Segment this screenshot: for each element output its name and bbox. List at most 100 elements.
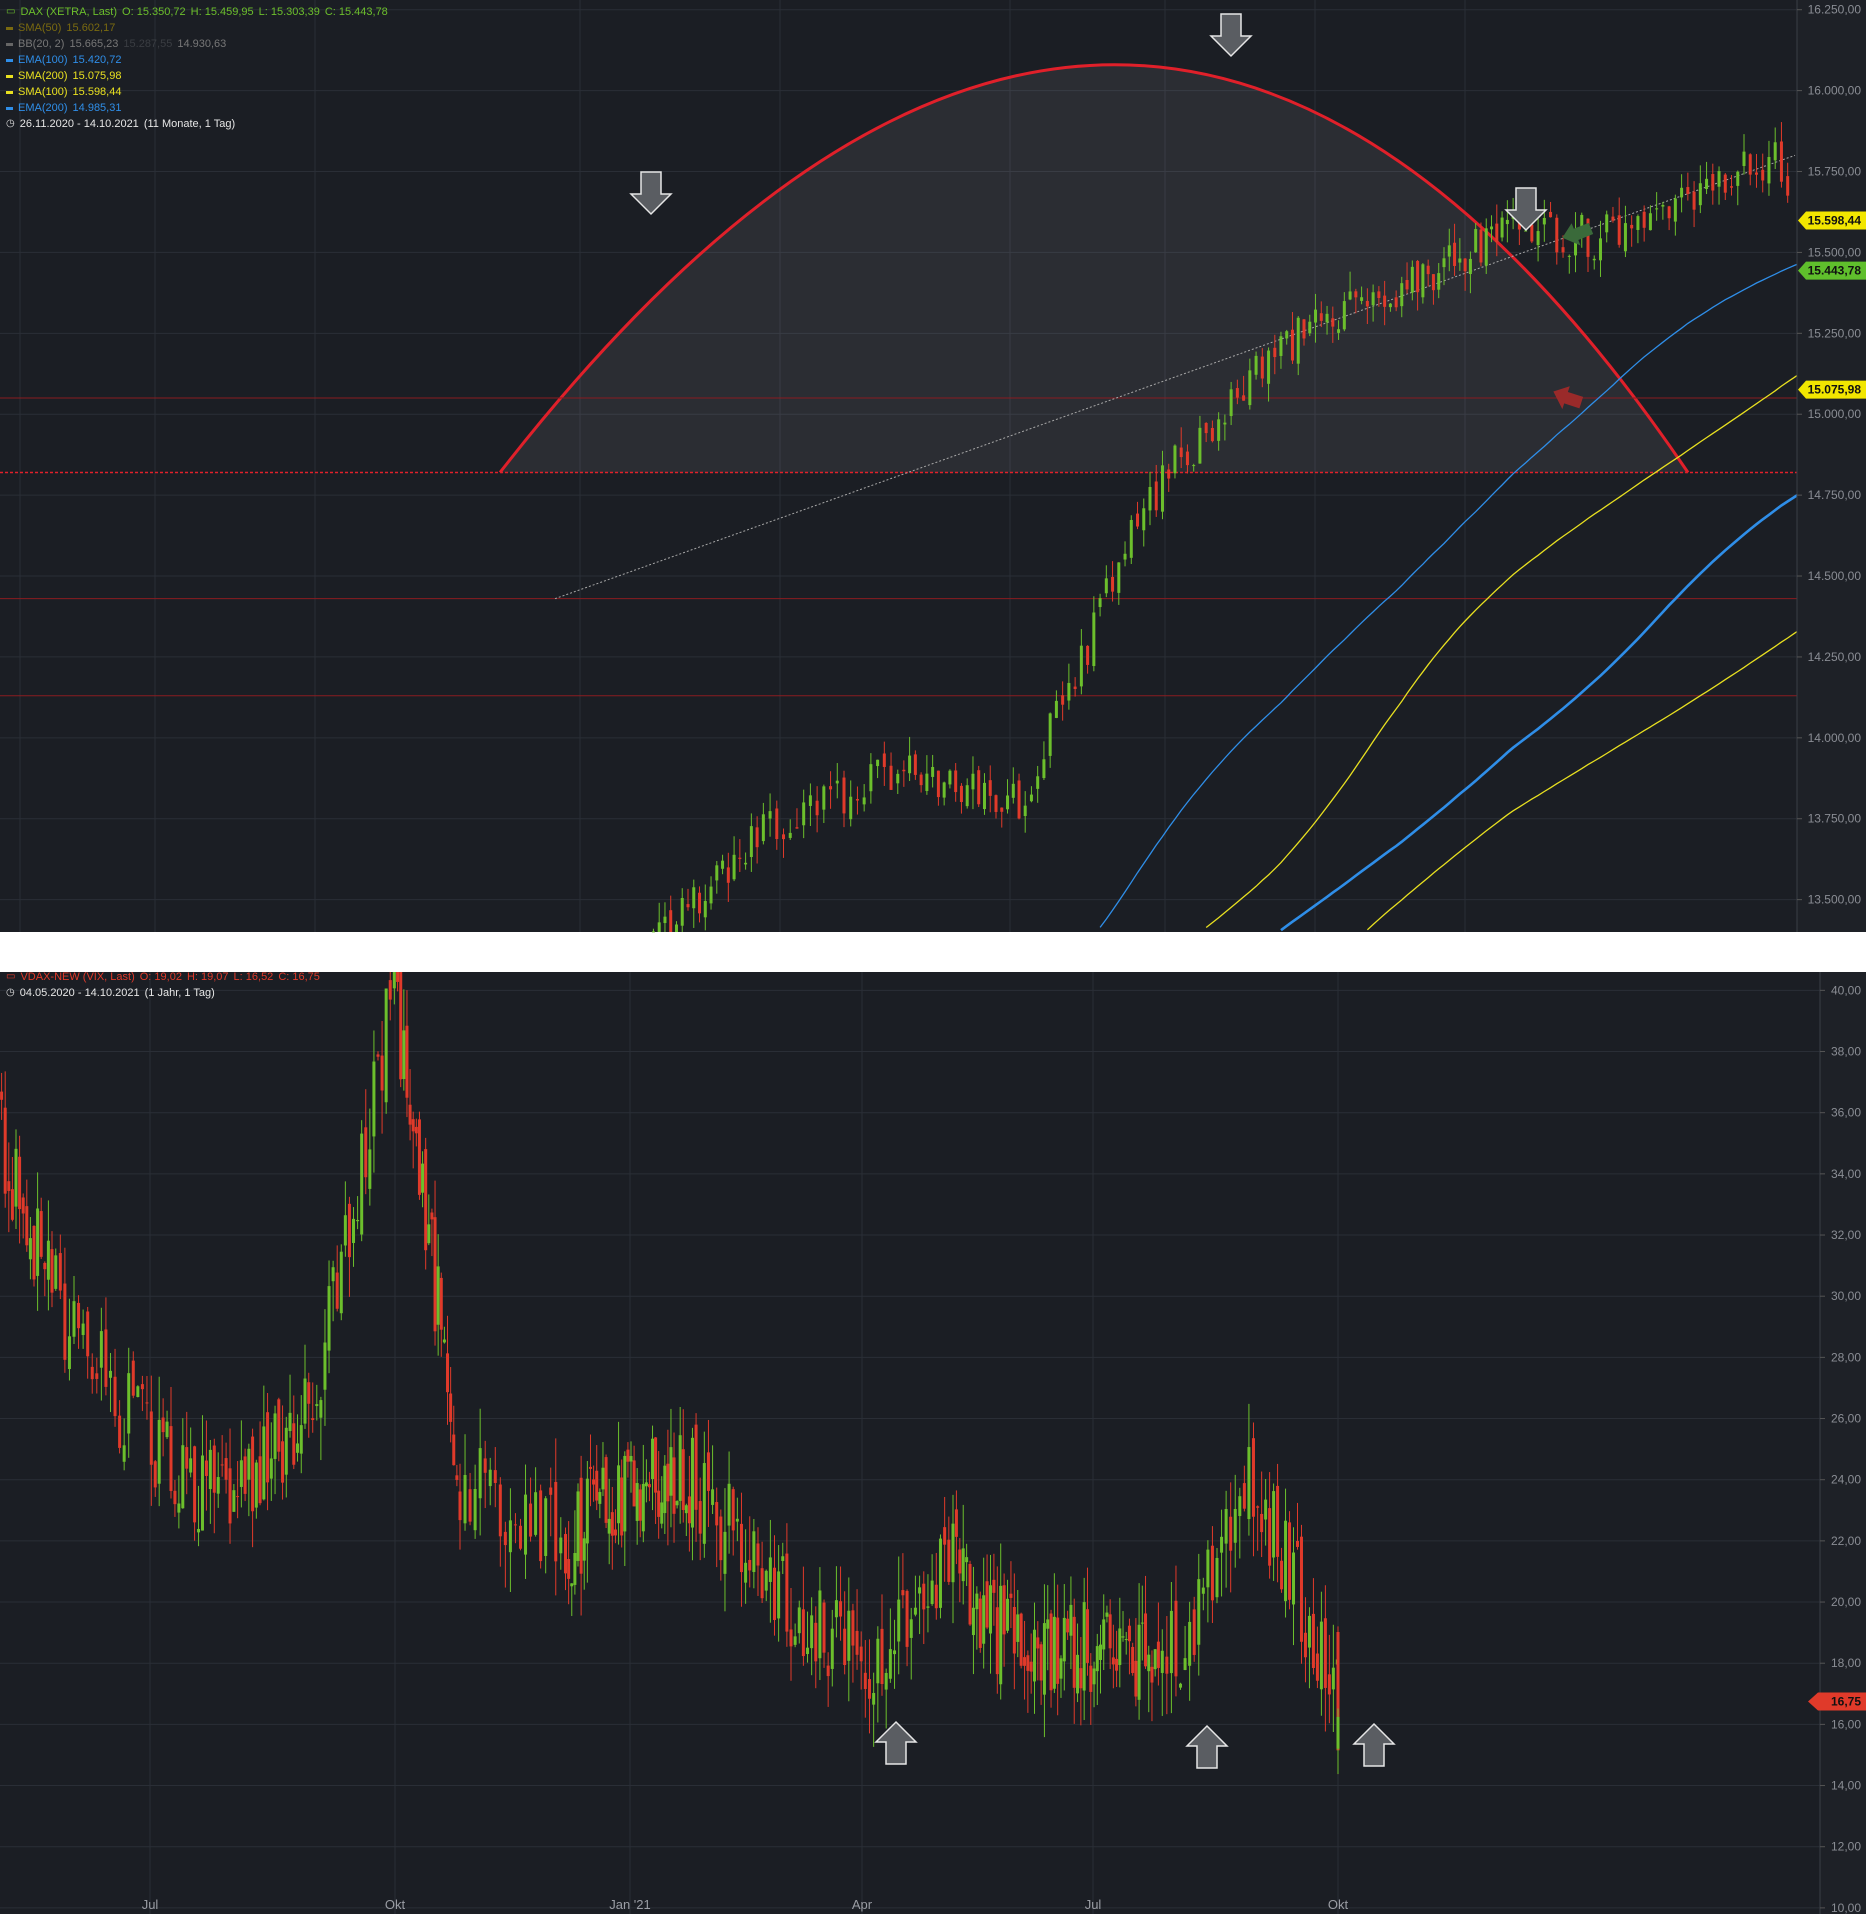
candle-body xyxy=(1383,295,1387,307)
legend-indicator[interactable]: SMA(100) 15.598,44 xyxy=(6,84,388,100)
candle-body xyxy=(669,1447,673,1496)
candle-body xyxy=(1197,1579,1201,1645)
candle-body xyxy=(463,1474,467,1524)
candle-body xyxy=(1717,171,1721,187)
candle-body xyxy=(1118,1628,1122,1665)
legend-instrument[interactable]: ▭ VDAX-NEW (VIX, Last) O: 19,02 H: 19,07… xyxy=(6,969,320,985)
candle-body xyxy=(433,1217,437,1332)
candle-body xyxy=(893,1650,897,1655)
candle-body xyxy=(598,1492,602,1504)
candle-body xyxy=(436,1266,440,1325)
candle-body xyxy=(1479,229,1483,263)
candle-body xyxy=(518,1525,522,1549)
candle-body xyxy=(1217,419,1221,441)
candle-body xyxy=(1447,245,1451,257)
chart-window: 16.250,00 16.000,00 15.750,00 15.500,00 15.2… xyxy=(0,0,1866,1914)
candle-body xyxy=(859,1646,863,1662)
candle-body xyxy=(1115,1658,1119,1671)
candle-body xyxy=(1284,1520,1288,1602)
candle-body xyxy=(1085,1609,1089,1663)
candle-body xyxy=(1661,205,1665,207)
legend-indicator[interactable]: EMA(100) 15.420,72 xyxy=(6,52,388,68)
candle-body xyxy=(760,1568,764,1599)
candle-body xyxy=(405,1025,409,1098)
candle-body xyxy=(1192,465,1196,467)
candle-body xyxy=(680,898,684,926)
candle-body xyxy=(1009,1593,1013,1598)
candle-body xyxy=(1260,1513,1264,1533)
candle-body xyxy=(1169,1610,1173,1674)
candle-body xyxy=(1223,422,1227,425)
candle-body xyxy=(913,754,917,775)
y-tick-label: 10,00 xyxy=(1831,1901,1861,1914)
legend-indicator[interactable]: SMA(50) 15.602,17 xyxy=(6,20,388,36)
candle-body xyxy=(1371,292,1375,306)
legend-indicator[interactable]: EMA(200) 14.985,31 xyxy=(6,100,388,116)
candle-body xyxy=(224,1458,228,1480)
candle-body xyxy=(1754,172,1758,175)
candle-body xyxy=(943,1527,947,1545)
ohlc-open: O: 19,02 xyxy=(139,971,182,983)
candle-body xyxy=(1111,576,1115,592)
candle-body xyxy=(954,770,958,793)
x-tick-label: Okt xyxy=(385,1897,406,1912)
candle-body xyxy=(424,1149,428,1251)
candle-body xyxy=(439,1277,443,1330)
candle-body xyxy=(43,1262,47,1270)
candle-body xyxy=(1036,1637,1040,1649)
legend-indicator[interactable]: BB(20, 2) 15.665,23 15.287,55 14.930,63 xyxy=(6,36,388,52)
candle-body xyxy=(690,1437,694,1528)
y-tick-label: 15.500,00 xyxy=(1808,245,1862,259)
candle-body xyxy=(919,774,923,786)
candle-body xyxy=(595,1470,599,1501)
candle-body xyxy=(1453,242,1457,266)
candle-body xyxy=(343,1215,347,1246)
candle-body xyxy=(942,782,946,798)
candle-body xyxy=(1185,451,1189,466)
ohlc-close: C: 15.443,78 xyxy=(324,6,388,18)
candle-body xyxy=(1134,1660,1138,1697)
candle-body xyxy=(1153,1649,1157,1670)
indicator-name: EMA(200) xyxy=(18,102,68,114)
candle-body xyxy=(793,1636,797,1645)
candle-body xyxy=(212,1445,216,1493)
candle-body xyxy=(1174,1600,1178,1677)
price-tag-label: 15.598,44 xyxy=(1808,214,1862,228)
legend-indicator[interactable]: SMA(200) 15.075,98 xyxy=(6,68,388,84)
candle-body xyxy=(843,1628,847,1665)
candle-body xyxy=(638,1489,642,1521)
candle-body xyxy=(77,1302,81,1329)
candle-body xyxy=(258,1456,262,1504)
candle-body xyxy=(641,1483,645,1532)
candle-body xyxy=(592,1479,596,1485)
candle-body xyxy=(715,1502,719,1526)
legend-instrument[interactable]: ▭ DAX (XETRA, Last) O: 15.350,72 H: 15.4… xyxy=(6,4,388,20)
candle-body xyxy=(281,1441,285,1483)
candle-body xyxy=(208,1449,212,1490)
candle-body xyxy=(1111,1657,1115,1665)
candle-body xyxy=(995,1607,999,1675)
candle-body xyxy=(239,1460,243,1487)
candle-body xyxy=(1536,231,1540,246)
y-tick-label: 15.250,00 xyxy=(1808,326,1862,340)
candle-body xyxy=(1173,445,1177,474)
candle-body xyxy=(867,1679,871,1699)
indicator-swatch xyxy=(6,90,13,94)
candle-body xyxy=(32,1225,36,1280)
candle-body xyxy=(1426,265,1430,275)
candle-body xyxy=(559,1537,563,1554)
candle-body xyxy=(801,1609,805,1657)
candle-body xyxy=(925,773,929,791)
candle-body xyxy=(842,777,846,814)
candle-body xyxy=(402,1030,406,1080)
candle-body xyxy=(1394,297,1398,308)
candle-body xyxy=(449,1393,453,1422)
indicator-value: 15.075,98 xyxy=(72,70,122,82)
candle-body xyxy=(573,1553,577,1585)
candle-body xyxy=(1150,1666,1154,1683)
candle-body xyxy=(961,1548,965,1582)
candle-body xyxy=(1121,1636,1125,1638)
clock-icon: ◷ xyxy=(6,118,15,129)
y-tick-label: 26,00 xyxy=(1831,1412,1861,1426)
price-tag-label: 16,75 xyxy=(1831,1694,1861,1708)
